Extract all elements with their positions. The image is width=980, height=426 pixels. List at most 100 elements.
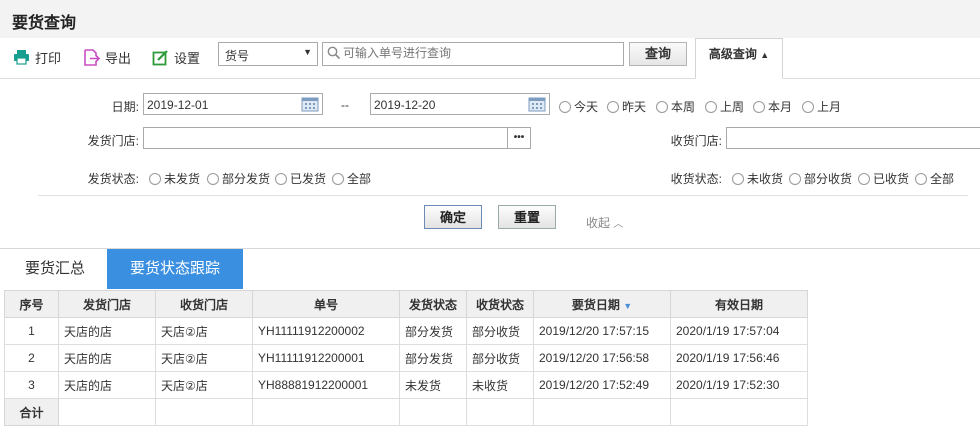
title-bar: 要货查询 <box>0 0 980 39</box>
column-header-valid-date[interactable]: 有效日期 <box>670 290 808 318</box>
radio-label: 昨天 <box>622 100 647 114</box>
reset-button[interactable]: 重置 <box>498 205 556 229</box>
recv-status-all[interactable]: 全部 <box>915 170 954 187</box>
quick-date-today[interactable]: 今天 <box>559 98 598 115</box>
cell-valid-date: 2020/1/19 17:56:46 <box>670 344 808 372</box>
print-label: 打印 <box>35 50 62 66</box>
cell-order-no: YH88881912200001 <box>252 371 400 399</box>
search-box <box>322 42 624 66</box>
radio-icon <box>753 100 765 113</box>
radio-icon <box>915 172 927 185</box>
table-total-row: 合计 <box>4 398 808 426</box>
cell-recv-store: 天店②店 <box>155 317 253 345</box>
settings-button[interactable]: 设置 <box>152 46 200 68</box>
send-status-all[interactable]: 全部 <box>332 170 371 187</box>
radio-icon <box>732 172 744 185</box>
search-input[interactable] <box>343 45 613 61</box>
chevron-up-icon: ︿ <box>613 219 624 230</box>
radio-label: 未发货 <box>164 172 201 186</box>
cell-recv-store: 天店②店 <box>155 371 253 399</box>
column-header-order-no[interactable]: 单号 <box>252 290 400 318</box>
cell-send-store: 天店的店 <box>58 344 156 372</box>
cell-send-status: 部分发货 <box>399 317 467 345</box>
collapse-link[interactable]: 收起 ︿ <box>586 214 623 231</box>
recv-store-field[interactable] <box>726 127 980 149</box>
sort-desc-icon: ▼ <box>623 300 633 311</box>
radio-label: 上月 <box>817 100 842 114</box>
confirm-button[interactable]: 确定 <box>424 205 482 229</box>
more-options-button[interactable]: ••• <box>507 128 530 148</box>
column-header-send-status[interactable]: 发货状态 <box>399 290 467 318</box>
quick-date-last-week[interactable]: 上周 <box>705 98 744 115</box>
recv-status-partial[interactable]: 部分收货 <box>789 170 852 187</box>
calendar-icon[interactable] <box>528 96 546 112</box>
radio-icon <box>656 100 668 113</box>
tab-order-summary[interactable]: 要货汇总 <box>8 249 102 289</box>
field-select[interactable]: 货号 ▼ <box>218 42 318 66</box>
total-cell <box>466 398 534 426</box>
quick-date-this-month[interactable]: 本月 <box>753 98 792 115</box>
table-row[interactable]: 3 天店的店 天店②店 YH88881912200001 未发货 未收货 2019/12/2… <box>4 371 808 399</box>
order-table: 序号 发货门店 收货门店 单号 发货状态 收货状态 要货日期 ▼ 有效日期 1天… <box>4 290 808 426</box>
date-to-value: 2019-12-20 <box>374 98 436 112</box>
send-status-shipped[interactable]: 已发货 <box>275 170 326 187</box>
date-label: 日期: <box>111 100 139 114</box>
cell-send-status: 部分发货 <box>399 344 467 372</box>
column-header-index[interactable]: 序号 <box>4 290 59 318</box>
tab-order-status-tracking[interactable]: 要货状态跟踪 <box>107 249 243 289</box>
date-to-field[interactable]: 2019-12-20 <box>370 93 550 115</box>
cell-recv-store: 天店②店 <box>155 344 253 372</box>
query-button[interactable]: 查询 <box>629 42 687 66</box>
edit-settings-icon <box>152 49 168 65</box>
table-row[interactable]: 1 天店的店 天店②店 YH11111912200002 部分发货 部分收货 2019/12… <box>4 317 808 345</box>
quick-date-yesterday[interactable]: 昨天 <box>607 98 646 115</box>
cell-order-no: YH11111912200001 <box>252 344 400 372</box>
printer-icon <box>14 50 29 65</box>
column-header-recv-store[interactable]: 收货门店 <box>155 290 253 318</box>
radio-icon <box>789 172 801 185</box>
radio-label: 已收货 <box>873 172 910 186</box>
export-button[interactable]: 导出 <box>83 46 131 68</box>
recv-status-received[interactable]: 已收货 <box>858 170 909 187</box>
table-row[interactable]: 2 天店的店 天店②店 YH11111912200001 部分发货 部分收货 2019/12… <box>4 344 808 372</box>
quick-date-this-week[interactable]: 本周 <box>656 98 695 115</box>
total-cell <box>399 398 467 426</box>
radio-label: 本月 <box>768 100 793 114</box>
dropdown-arrow-icon: ▼ <box>303 47 312 57</box>
column-header-recv-status[interactable]: 收货状态 <box>466 290 534 318</box>
radio-label: 本周 <box>671 100 696 114</box>
export-label: 导出 <box>105 50 132 66</box>
cell-order-date: 2019/12/20 17:56:58 <box>533 344 671 372</box>
column-header-send-store[interactable]: 发货门店 <box>58 290 156 318</box>
quick-date-last-month[interactable]: 上月 <box>802 98 841 115</box>
cell-recv-status: 部分收货 <box>466 317 534 345</box>
radio-icon <box>207 172 219 185</box>
radio-label: 全部 <box>930 172 955 186</box>
cell-index: 2 <box>4 344 59 372</box>
date-from-field[interactable]: 2019-12-01 <box>143 93 323 115</box>
send-status-not-shipped[interactable]: 未发货 <box>149 170 200 187</box>
radio-icon <box>275 172 287 185</box>
cell-recv-status: 部分收货 <box>466 344 534 372</box>
advanced-query-label: 高级查询 <box>708 47 757 61</box>
radio-icon <box>559 100 571 113</box>
radio-icon <box>802 100 814 113</box>
cell-send-store: 天店的店 <box>58 371 156 399</box>
print-button[interactable]: 打印 <box>13 46 61 68</box>
send-status-partial[interactable]: 部分发货 <box>207 170 270 187</box>
settings-label: 设置 <box>174 50 201 66</box>
field-select-value: 货号 <box>225 49 250 63</box>
cell-order-no: YH11111912200002 <box>252 317 400 345</box>
collapse-label: 收起 <box>586 216 611 230</box>
cell-valid-date: 2020/1/19 17:57:04 <box>670 317 808 345</box>
cell-recv-status: 未收货 <box>466 371 534 399</box>
radio-label: 部分发货 <box>222 172 271 186</box>
calendar-icon[interactable] <box>301 96 319 112</box>
advanced-query-toggle[interactable]: 高级查询 ▲ <box>695 38 783 79</box>
send-store-label: 发货门店: <box>87 134 139 148</box>
recv-status-not-received[interactable]: 未收货 <box>732 170 783 187</box>
column-header-order-date[interactable]: 要货日期 ▼ <box>533 290 671 318</box>
send-store-field[interactable]: ••• <box>143 127 531 149</box>
radio-label: 已发货 <box>290 172 327 186</box>
radio-label: 今天 <box>574 100 599 114</box>
